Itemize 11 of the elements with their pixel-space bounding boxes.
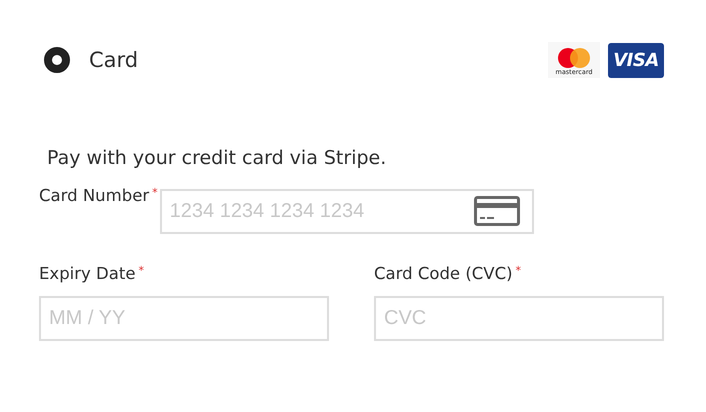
required-mark: * — [138, 264, 144, 277]
radio-button[interactable] — [44, 47, 70, 73]
visa-logo: VISA — [608, 42, 664, 78]
description-text: Pay with your credit card via Stripe. — [47, 147, 388, 169]
field-label: Card Number — [39, 186, 150, 205]
field-label: Card Code (CVC) — [374, 264, 513, 283]
required-mark: * — [152, 186, 158, 199]
credit-card-icon — [474, 196, 520, 226]
payment-method-label: Card — [89, 48, 140, 72]
field-label: Expiry Date — [39, 264, 136, 283]
required-mark: * — [516, 264, 522, 277]
